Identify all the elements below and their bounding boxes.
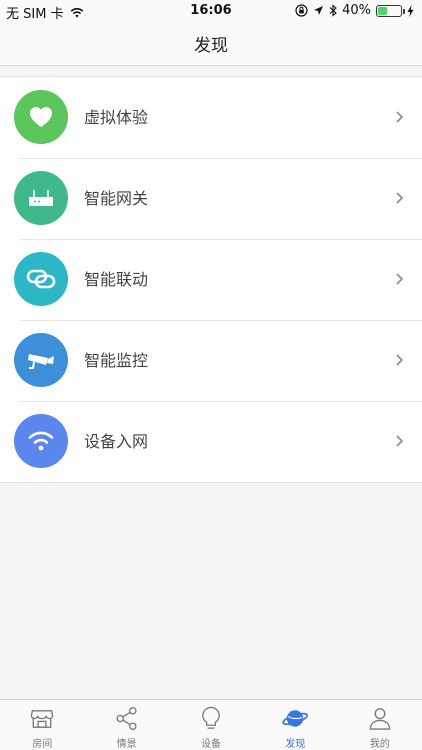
icon-badge <box>14 171 68 225</box>
tab-label: 情景 <box>116 739 137 750</box>
wifi-icon <box>28 431 54 451</box>
tab-mine[interactable]: 我的 <box>338 700 422 750</box>
battery-percent: 40% <box>342 3 371 18</box>
charging-icon <box>407 4 414 17</box>
chevron-right-icon <box>396 273 404 285</box>
list-item-virtual-experience[interactable]: 虚拟体验 <box>0 77 422 158</box>
list-item-label: 设备入网 <box>84 432 149 451</box>
person-icon <box>369 708 391 730</box>
tab-label: 设备 <box>201 739 222 750</box>
heart-icon <box>30 107 52 127</box>
share-icon <box>116 707 137 730</box>
icon-badge <box>14 252 68 306</box>
camera-icon <box>28 354 54 369</box>
bluetooth-icon <box>329 4 337 17</box>
battery-fill <box>378 6 387 15</box>
location-arrow-icon <box>314 6 324 15</box>
discover-list: 虚拟体验 智能网关 智能联动 智能监控 设备入网 <box>0 76 422 483</box>
icon-badge <box>14 90 68 144</box>
battery-icon <box>376 4 405 17</box>
list-item-smart-linkage[interactable]: 智能联动 <box>0 239 422 320</box>
list-item-label: 智能联动 <box>84 270 149 289</box>
tab-label: 发现 <box>285 739 306 750</box>
chevron-right-icon <box>396 354 404 366</box>
tab-scene[interactable]: 情景 <box>84 700 168 750</box>
chevron-right-icon <box>396 435 404 447</box>
bulb-icon <box>202 706 220 729</box>
chevron-right-icon <box>396 192 404 204</box>
list-item-smart-gateway[interactable]: 智能网关 <box>0 158 422 239</box>
navigation-bar: 发现 <box>0 22 422 66</box>
tab-label: 我的 <box>369 739 390 750</box>
lock-rotation-icon <box>295 4 308 17</box>
icon-badge <box>14 414 68 468</box>
list-item-label: 智能网关 <box>84 189 149 208</box>
chevron-right-icon <box>396 111 404 123</box>
tab-room[interactable]: 房间 <box>0 700 84 750</box>
list-item-label: 智能监控 <box>84 351 149 370</box>
router-icon <box>29 190 53 206</box>
tab-bar: 房间 情景 设备 发现 我的 <box>0 699 422 750</box>
list-item-label: 虚拟体验 <box>84 108 149 127</box>
status-right: 40% <box>295 3 414 18</box>
link-icon <box>26 269 56 289</box>
status-bar: 无 SIM 卡 16:06 40% <box>0 0 422 22</box>
store-icon <box>30 710 54 728</box>
list-item-smart-monitoring[interactable]: 智能监控 <box>0 320 422 401</box>
tab-label: 房间 <box>32 739 53 750</box>
icon-badge <box>14 333 68 387</box>
tab-discover[interactable]: 发现 <box>253 700 337 750</box>
list-item-device-network[interactable]: 设备入网 <box>0 401 422 482</box>
tab-device[interactable]: 设备 <box>169 700 253 750</box>
planet-icon <box>282 710 309 727</box>
page-title: 发现 <box>194 36 228 56</box>
